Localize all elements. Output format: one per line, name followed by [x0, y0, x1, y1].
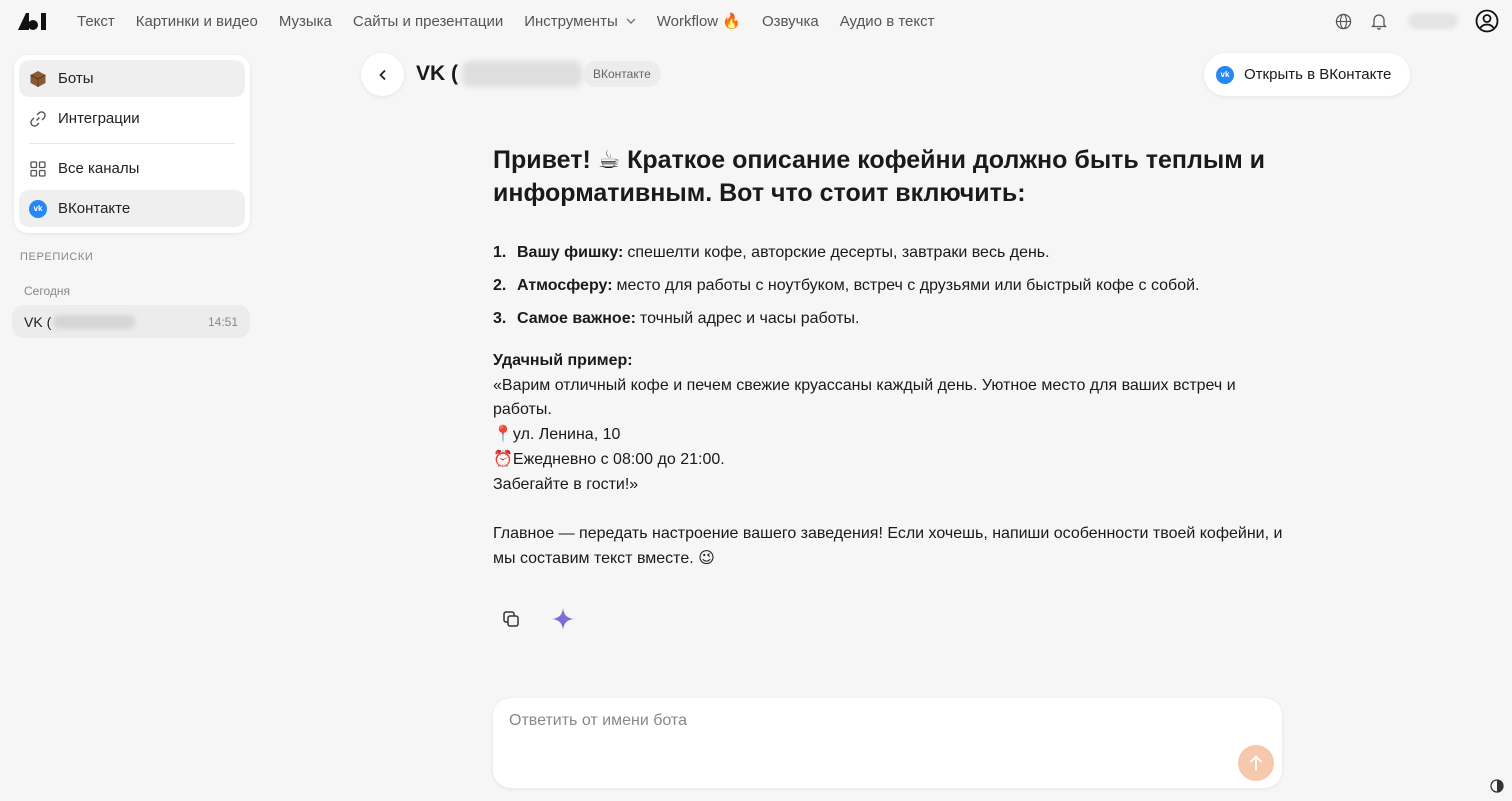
open-in-vk-label: Открыть в ВКонтакте	[1244, 66, 1392, 83]
list-item-body: Атмосферу: место для работы с ноутбуком, …	[517, 274, 1200, 298]
list-item: 3. Самое важное: точный адрес и часы рабо…	[493, 307, 1283, 331]
user-avatar-icon[interactable]	[1474, 8, 1500, 34]
sidebar-divider	[29, 143, 235, 144]
back-button[interactable]	[361, 53, 404, 96]
bot-message: Привет! ☕ Краткое описание кофейни должн…	[493, 144, 1283, 571]
list-item-number: 2.	[493, 277, 507, 294]
chat-title: VK (	[416, 61, 582, 87]
nav-item-sites[interactable]: Сайты и презентации	[353, 13, 503, 30]
list-item-body: Самое важное: точный адрес и часы работы.	[517, 307, 860, 331]
example-line: ⏰Ежедневно с 08:00 до 21:00.	[493, 450, 725, 468]
sidebar-item-integrations[interactable]: Интеграции	[19, 100, 245, 137]
bell-icon[interactable]	[1366, 8, 1392, 34]
nav-menu: Текст Картинки и видео Музыка Сайты и пр…	[77, 0, 955, 42]
nav-item-music[interactable]: Музыка	[279, 13, 332, 30]
nav-right-controls	[1330, 8, 1500, 34]
nav-item-voiceover[interactable]: Озвучка	[762, 13, 819, 30]
conversation-item[interactable]: VK ( 14:51	[12, 305, 250, 338]
nav-item-workflow[interactable]: Workflow 🔥	[657, 12, 741, 30]
link-icon	[29, 110, 47, 128]
top-navigation: Текст Картинки и видео Музыка Сайты и пр…	[0, 0, 1512, 42]
message-actions	[497, 605, 577, 633]
chat-title-text: VK (	[416, 62, 458, 85]
message-list: 1. Вашу фишку: спешелти кофе, авторские д…	[493, 241, 1283, 331]
list-item-text: место для работы с ноутбуком, встреч с д…	[616, 277, 1200, 294]
send-button[interactable]	[1238, 745, 1274, 781]
theme-toggle-icon[interactable]	[1490, 779, 1504, 793]
reply-input[interactable]	[509, 712, 1209, 742]
example-block: Удачный пример: «Варим отличный кофе и п…	[493, 349, 1283, 497]
list-item: 2. Атмосферу: место для работы с ноутбуко…	[493, 274, 1283, 298]
conversation-time: 14:51	[207, 314, 238, 329]
sidebar-item-bots[interactable]: Боты	[19, 60, 245, 97]
nav-item-images-video[interactable]: Картинки и видео	[136, 13, 258, 30]
sidebar-item-label: Интеграции	[58, 110, 140, 127]
sidebar-item-label: ВКонтакте	[58, 200, 131, 217]
reply-composer	[493, 698, 1282, 788]
nav-item-audio-to-text[interactable]: Аудио в текст	[840, 13, 935, 30]
globe-icon[interactable]	[1330, 8, 1356, 34]
sidebar-menu: Боты Интеграции Все каналы vk ВКонтакте	[14, 55, 250, 233]
vk-icon: vk	[1216, 65, 1234, 84]
example-line: 📍ул. Ленина, 10	[493, 426, 621, 444]
conversations-section-label: ПЕРЕПИСКИ	[20, 251, 94, 263]
list-item-bold: Самое важное:	[517, 310, 636, 327]
example-title: Удачный пример:	[493, 352, 633, 369]
nav-item-tools-label: Инструменты	[524, 12, 618, 30]
list-item: 1. Вашу фишку: спешелти кофе, авторские д…	[493, 241, 1283, 265]
chevron-left-icon	[378, 69, 386, 80]
list-item-bold: Атмосферу:	[517, 277, 613, 294]
box-icon	[29, 70, 47, 88]
user-name-redacted	[1408, 13, 1458, 29]
channel-badge: ВКонтакте	[583, 61, 661, 87]
chevron-down-icon	[626, 16, 636, 27]
sidebar-item-all-channels[interactable]: Все каналы	[19, 150, 245, 187]
list-item-body: Вашу фишку: спешелти кофе, авторские десе…	[517, 241, 1050, 265]
today-group-label: Сегодня	[24, 284, 70, 298]
sidebar-item-vkontakte[interactable]: vk ВКонтакте	[19, 190, 245, 227]
nav-item-text[interactable]: Текст	[77, 13, 115, 30]
vk-icon: vk	[29, 199, 47, 218]
example-line: Забегайте в гости!»	[493, 475, 639, 493]
vk-glyph: vk	[29, 199, 47, 218]
conversation-title: VK (	[24, 313, 52, 330]
arrow-up-icon	[1249, 755, 1263, 770]
message-heading: Привет! ☕ Краткое описание кофейни должн…	[493, 146, 1266, 207]
sparkle-icon[interactable]	[549, 605, 577, 633]
example-line: «Варим отличный кофе и печем свежие круа…	[493, 376, 1236, 419]
sidebar-item-label: Все каналы	[58, 160, 140, 177]
nav-item-tools[interactable]: Инструменты	[524, 13, 636, 30]
list-item-number: 3.	[493, 310, 507, 327]
open-in-vk-button[interactable]: vk Открыть в ВКонтакте	[1204, 53, 1410, 96]
sidebar-item-label: Боты	[58, 70, 94, 87]
closing-text: Главное — передать настроение вашего зав…	[493, 525, 1283, 568]
conversation-title-redacted	[53, 314, 136, 329]
grid-icon	[29, 160, 47, 178]
list-item-text: точный адрес и часы работы.	[639, 310, 860, 327]
logo-icon[interactable]	[18, 11, 48, 31]
list-item-bold: Вашу фишку:	[517, 244, 624, 261]
list-item-text: спешелти кофе, авторские десерты, завтра…	[627, 244, 1050, 261]
chat-title-redacted	[462, 61, 582, 87]
copy-icon[interactable]	[497, 605, 525, 633]
list-item-number: 1.	[493, 244, 507, 261]
